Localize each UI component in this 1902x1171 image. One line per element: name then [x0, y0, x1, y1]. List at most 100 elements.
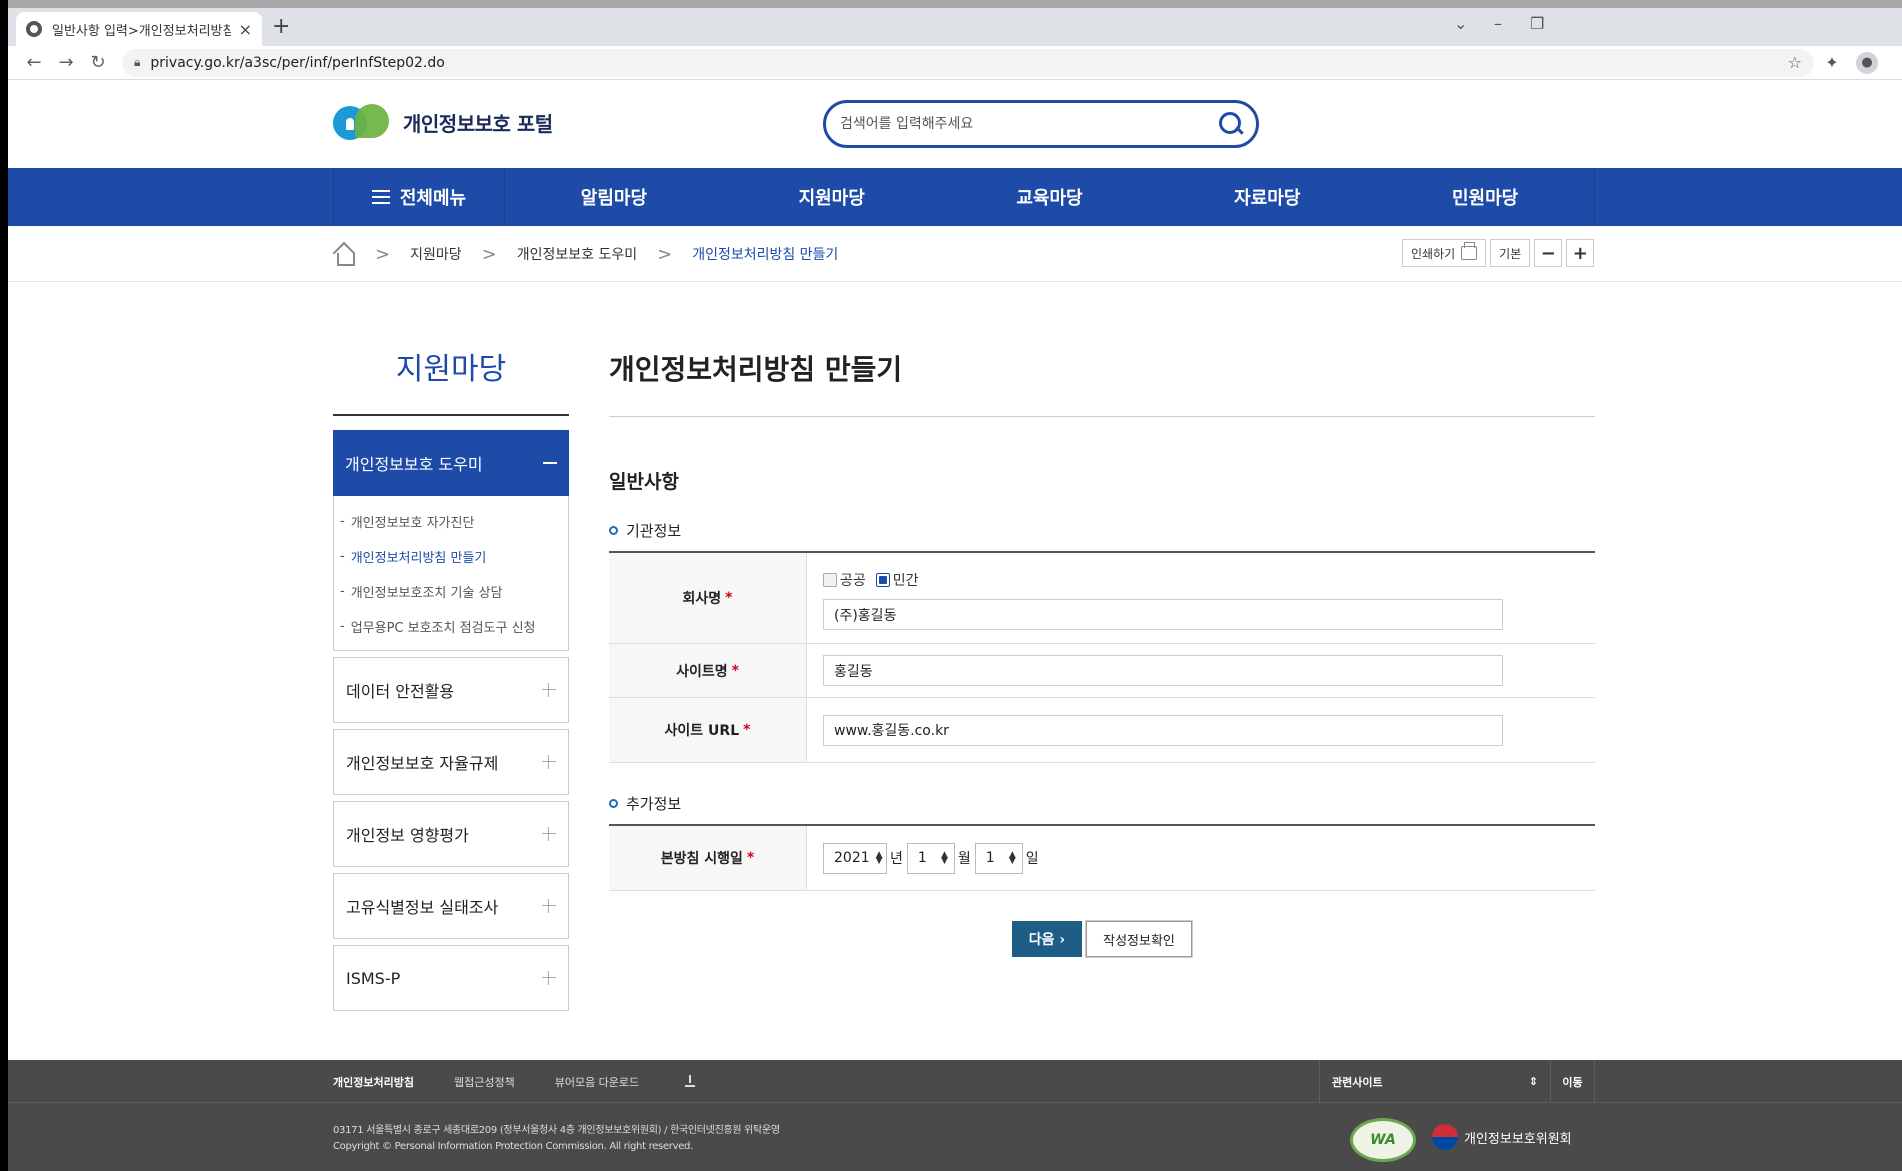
pipc-logo: 개인정보보호위원회: [1432, 1124, 1572, 1150]
breadcrumb-item-helper[interactable]: 개인정보보호 도우미: [517, 244, 637, 264]
side-nav-item-data-safety[interactable]: 데이터 안전활용: [333, 657, 569, 723]
circle-bullet-icon: [609, 799, 618, 808]
minimize-button[interactable]: –: [1494, 14, 1502, 33]
form-row-effective-date: 본방침 시행일 * 2021 ▲ ▼ 년 1 ▲ ▼ 월 1 ▲ ▼ 일: [609, 826, 1595, 891]
company-label: 회사명 *: [609, 553, 807, 643]
page-title: 개인정보처리방침 만들기: [609, 334, 1595, 417]
new-tab-button[interactable]: +: [272, 14, 290, 39]
bookmark-star-icon[interactable]: ☆: [1788, 53, 1802, 72]
back-button[interactable]: ←: [18, 52, 50, 73]
forward-button[interactable]: →: [50, 52, 82, 73]
form-row-site-url: 사이트 URL *: [609, 698, 1595, 763]
side-nav-item-unique-id-survey[interactable]: 고유식별정보 실태조사: [333, 873, 569, 939]
effective-date-picker: 2021 ▲ ▼ 년 1 ▲ ▼ 월 1 ▲ ▼ 일: [823, 842, 1579, 874]
org-type-public-checkbox[interactable]: [823, 573, 837, 587]
search-icon[interactable]: [1218, 111, 1244, 137]
print-button[interactable]: 인쇄하기: [1402, 239, 1487, 267]
side-nav-item-label: 개인정보보호 자율규제: [346, 754, 499, 773]
org-type-public-label[interactable]: 공공: [840, 570, 866, 590]
footer-link-viewer-download[interactable]: 뷰어모음 다운로드: [555, 1074, 735, 1090]
footer-address: 03171 서울특별시 종로구 세종대로209 (정부서울청사 4층 개인정보보…: [333, 1123, 780, 1155]
side-nav-item-impact-assessment[interactable]: 개인정보 영향평가: [333, 801, 569, 867]
nav-item-support[interactable]: 지원마당: [723, 168, 941, 226]
site-name-input[interactable]: [823, 655, 1503, 686]
required-mark: *: [746, 850, 755, 866]
org-type-group: 공공 민간: [823, 570, 1579, 590]
all-menu-button[interactable]: 전체메뉴: [334, 168, 505, 226]
side-nav-item-isms-p[interactable]: ISMS-P: [333, 945, 569, 1011]
footer-link-accessibility[interactable]: 웹접근성정책: [454, 1074, 515, 1090]
site-url-input[interactable]: [823, 714, 1503, 746]
collapse-minus-icon: [543, 462, 557, 464]
zoom-out-button[interactable]: −: [1534, 239, 1563, 267]
side-nav-item-label: 데이터 안전활용: [346, 682, 455, 701]
breadcrumb-item-support[interactable]: 지원마당: [410, 244, 462, 264]
submenu-item-policy-maker[interactable]: - 개인정보처리방침 만들기: [334, 539, 568, 574]
zoom-default-button[interactable]: 기본: [1490, 239, 1531, 267]
search-input[interactable]: [840, 116, 1218, 132]
reload-button[interactable]: ↻: [82, 52, 114, 73]
site-logo[interactable]: 개인정보보호 포털: [333, 104, 553, 140]
expand-plus-icon: [542, 971, 556, 985]
web-accessibility-mark: WA: [1350, 1118, 1416, 1162]
nav-item-notice[interactable]: 알림마당: [505, 168, 723, 226]
tab-close-icon[interactable]: ×: [239, 20, 252, 39]
chevron-right-icon: >: [375, 243, 391, 265]
submenu-item-tech-consult[interactable]: - 개인정보보호조치 기술 상담: [334, 574, 568, 609]
tab-title: 일반사항 입력>개인정보처리방침: [52, 23, 231, 39]
side-nav-item-label: 고유식별정보 실태조사: [346, 898, 499, 917]
browser-tab[interactable]: 일반사항 입력>개인정보처리방침 ×: [16, 12, 262, 46]
browser-toolbar: ← → ↻ 🔒︎ privacy.go.kr/a3sc/per/inf/perI…: [8, 46, 1902, 80]
subsection-extra-info: 추가정보: [609, 793, 1595, 814]
company-name-input[interactable]: [823, 599, 1503, 630]
address-bar[interactable]: 🔒︎ privacy.go.kr/a3sc/per/inf/perInfStep…: [122, 48, 1814, 77]
footer-link-privacy-policy[interactable]: 개인정보처리방침: [333, 1074, 414, 1090]
url-text[interactable]: privacy.go.kr/a3sc/per/inf/perInfStep02.…: [150, 55, 1787, 71]
side-nav-item-self-regulation[interactable]: 개인정보보호 자율규제: [333, 729, 569, 795]
extra-info-form: 본방침 시행일 * 2021 ▲ ▼ 년 1 ▲ ▼ 월 1 ▲ ▼ 일: [609, 824, 1595, 891]
search-box: [823, 100, 1259, 148]
print-label: 인쇄하기: [1411, 246, 1456, 261]
nav-item-civil[interactable]: 민원마당: [1376, 168, 1594, 226]
submenu-item-pc-check-tool[interactable]: - 업무용PC 보호조치 점검도구 신청: [334, 609, 568, 644]
day-stepper[interactable]: 1 ▲ ▼: [974, 842, 1023, 874]
breadcrumb-item-current[interactable]: 개인정보처리방침 만들기: [692, 244, 838, 264]
site-footer: 개인정보처리방침 웹접근성정책 뷰어모음 다운로드 관련사이트 ⇕ 이동 031…: [8, 1060, 1902, 1171]
window-top-strip: [8, 0, 1902, 8]
stepper-arrows-icon[interactable]: ▲ ▼: [1009, 851, 1016, 866]
site-url-label: 사이트 URL *: [609, 698, 807, 762]
restore-button[interactable]: ❐: [1530, 14, 1544, 33]
next-button[interactable]: 다음 ›: [1012, 921, 1082, 957]
month-stepper[interactable]: 1 ▲ ▼: [906, 842, 955, 874]
expand-plus-icon: [542, 683, 556, 697]
stepper-arrows-icon[interactable]: ▲ ▼: [876, 851, 883, 866]
related-sites-select[interactable]: 관련사이트 ⇕: [1319, 1060, 1551, 1103]
profile-dropdown-icon[interactable]: ⌄: [1454, 14, 1467, 33]
stepper-arrows-icon[interactable]: ▲ ▼: [941, 851, 948, 866]
side-nav-item-label: 개인정보보호 도우미: [345, 455, 483, 474]
profile-avatar-icon[interactable]: ●: [1856, 51, 1878, 74]
copyright-text: Copyright © Personal Information Protect…: [333, 1141, 693, 1152]
side-nav-item-label: 개인정보 영향평가: [346, 826, 469, 845]
zoom-in-button[interactable]: +: [1566, 239, 1595, 267]
side-nav-item-helper[interactable]: 개인정보보호 도우미: [333, 430, 569, 496]
nav-item-resources[interactable]: 자료마당: [1158, 168, 1376, 226]
nav-item-education[interactable]: 교육마당: [941, 168, 1159, 226]
hamburger-icon: [371, 190, 390, 204]
org-info-form: 회사명* 공공 민간 사이트명*: [609, 551, 1595, 763]
org-type-private-label[interactable]: 민간: [893, 570, 919, 590]
check-info-button[interactable]: 작성정보확인: [1086, 921, 1192, 957]
year-stepper[interactable]: 2021 ▲ ▼: [823, 842, 887, 874]
download-icon: [685, 1074, 696, 1087]
month-unit: 월: [957, 851, 971, 867]
all-menu-label: 전체메뉴: [399, 188, 467, 209]
pipc-name: 개인정보보호위원회: [1464, 1131, 1572, 1147]
go-button[interactable]: 이동: [1551, 1060, 1595, 1103]
extensions-icon[interactable]: ✦: [1814, 53, 1850, 72]
circle-bullet-icon: [609, 526, 618, 535]
home-icon[interactable]: [333, 243, 355, 266]
lock-icon[interactable]: 🔒︎: [134, 55, 140, 70]
submenu-item-self-check[interactable]: - 개인정보보호 자가진단: [334, 504, 568, 539]
org-type-private-checkbox[interactable]: [875, 573, 890, 587]
location-bar: > 지원마당 > 개인정보보호 도우미 > 개인정보처리방침 만들기 인쇄하기 …: [8, 226, 1902, 282]
